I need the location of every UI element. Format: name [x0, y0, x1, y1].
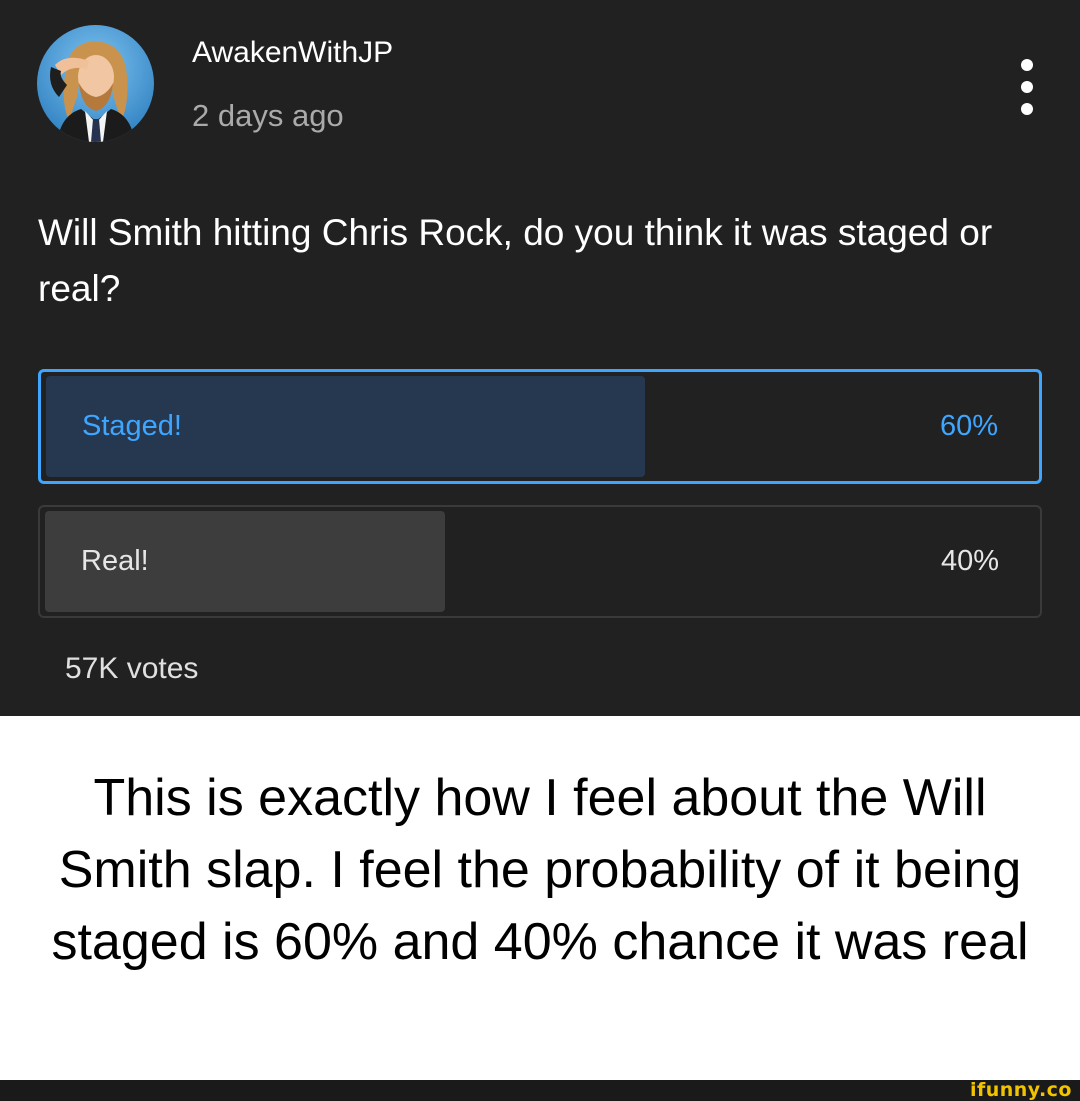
- meme-caption: This is exactly how I feel about the Wil…: [51, 769, 1029, 971]
- poll-option-percent: 60%: [939, 410, 998, 442]
- post-timestamp: 2 days ago: [192, 98, 344, 133]
- ifunny-watermark: ifunny.co: [969, 1079, 1072, 1101]
- poll-option-real[interactable]: Real! 40%: [38, 505, 1042, 618]
- menu-dot: [1021, 81, 1033, 93]
- menu-dot: [1021, 103, 1033, 115]
- post-author[interactable]: AwakenWithJP: [192, 36, 393, 70]
- community-post: AwakenWithJP 2 days ago Will Smith hitti…: [0, 0, 1080, 716]
- more-vertical-icon[interactable]: [1012, 55, 1042, 119]
- poll-option-percent: 40%: [940, 545, 999, 577]
- poll-option-label: Real!: [81, 545, 149, 577]
- footer-bar: [0, 1080, 1080, 1101]
- poll-option-staged[interactable]: Staged! 60%: [38, 369, 1042, 484]
- poll-option-label: Staged!: [82, 410, 182, 442]
- poll-question: Will Smith hitting Chris Rock, do you th…: [38, 212, 993, 309]
- poll-vote-count: 57K votes: [65, 652, 199, 685]
- user-avatar-icon[interactable]: [37, 25, 154, 142]
- menu-dot: [1021, 59, 1033, 71]
